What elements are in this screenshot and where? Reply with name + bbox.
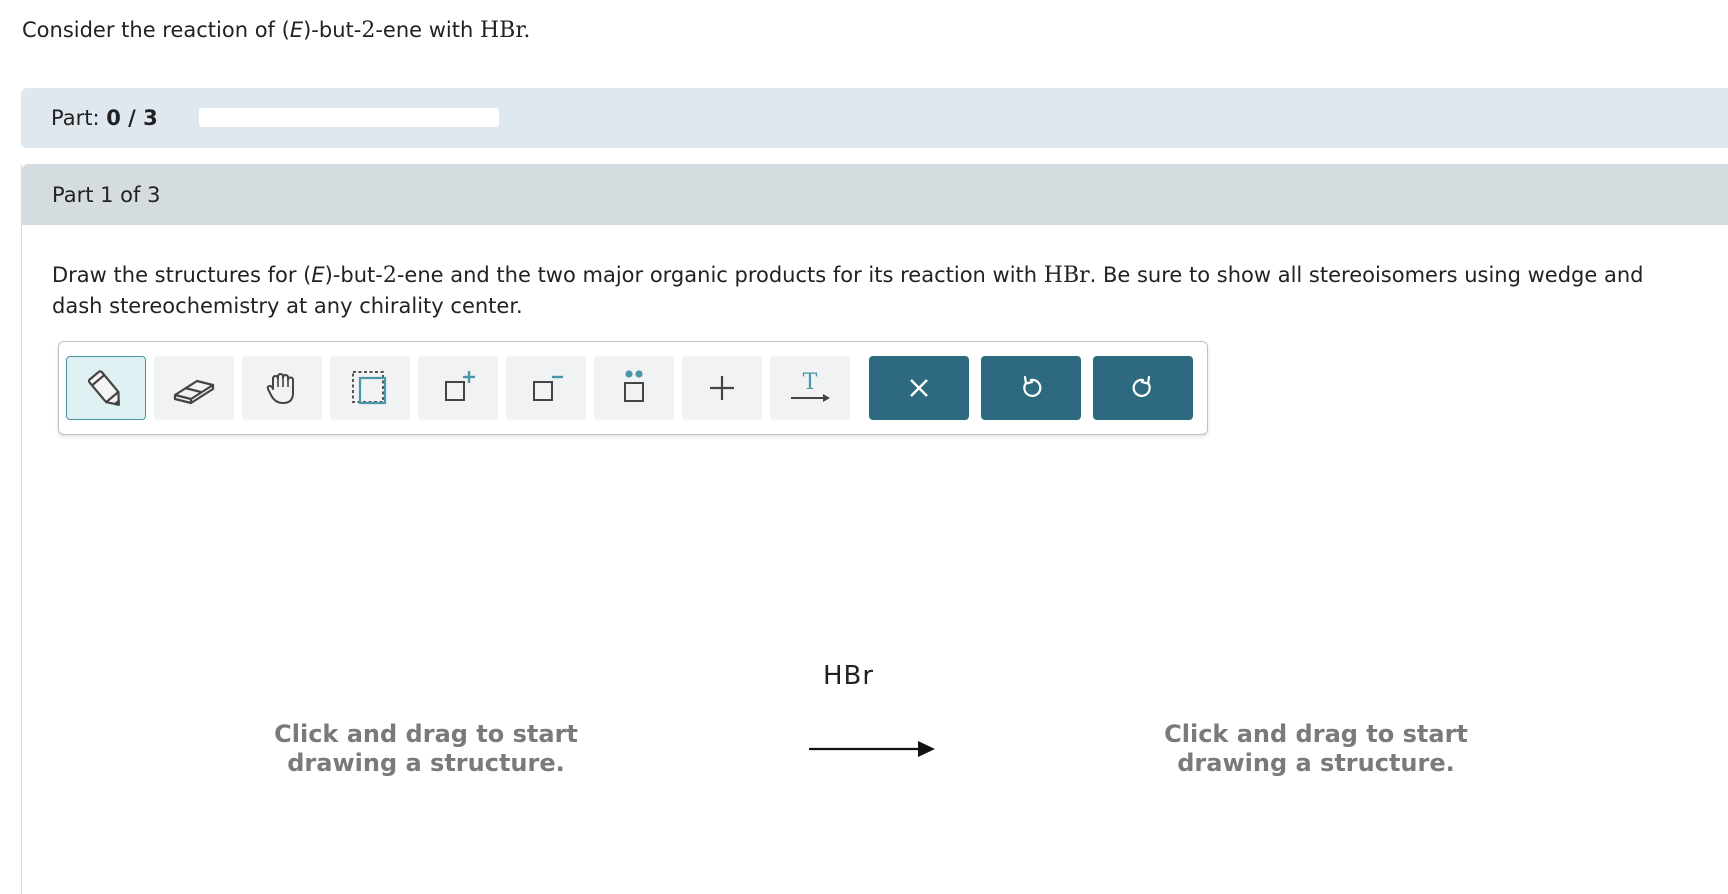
part-title: Part 1 of 3 — [52, 183, 161, 207]
part-header[interactable]: Part 1 of 3 — [22, 164, 1728, 225]
part-progress-label: Part: 0 / 3 — [51, 106, 158, 130]
close-icon — [910, 379, 928, 397]
erase-tool[interactable] — [154, 356, 234, 420]
move-tool[interactable] — [242, 356, 322, 420]
select-tool[interactable] — [330, 356, 410, 420]
draw-tool[interactable] — [66, 356, 146, 420]
decrease-charge-tool[interactable] — [506, 356, 586, 420]
text-arrow-icon: T — [791, 370, 830, 402]
reaction-arrow-tool[interactable]: T — [770, 356, 850, 420]
charge-minus-icon — [533, 375, 563, 401]
redo-button[interactable] — [1093, 356, 1193, 420]
increase-charge-tool[interactable] — [418, 356, 498, 420]
hand-icon — [266, 373, 294, 404]
drawing-toolbar: T — [58, 341, 1208, 435]
add-plus-tool[interactable] — [682, 356, 762, 420]
part-prompt: Draw the structures for (E)-but-2-ene an… — [52, 263, 1644, 318]
reactant-drawing-area[interactable]: Click and drag to start drawing a struct… — [246, 720, 606, 778]
svg-text:T: T — [803, 370, 818, 395]
eraser-icon — [173, 379, 215, 405]
marquee-select-icon — [352, 371, 387, 405]
undo-button[interactable] — [981, 356, 1081, 420]
progress-track — [199, 108, 499, 127]
part-card: Part 1 of 3 Draw the structures for (E)-… — [21, 164, 1728, 894]
undo-icon — [1023, 375, 1042, 397]
reaction-arrow — [809, 741, 935, 757]
product-drawing-area[interactable]: Click and drag to start drawing a struct… — [1136, 720, 1496, 778]
pencil-icon — [87, 370, 120, 406]
clear-button[interactable] — [869, 356, 969, 420]
plus-icon — [710, 376, 734, 400]
reaction-reagent: HBr — [823, 661, 875, 691]
part-progress-value: 0 / 3 — [106, 106, 158, 130]
lone-pair-icon — [624, 370, 644, 402]
lone-pair-tool[interactable] — [594, 356, 674, 420]
part-progress-bar: Part: 0 / 3 — [21, 88, 1728, 148]
charge-plus-icon — [445, 371, 475, 401]
question-text: Consider the reaction of (E)-but-2-ene w… — [22, 18, 531, 43]
redo-icon — [1132, 375, 1151, 397]
